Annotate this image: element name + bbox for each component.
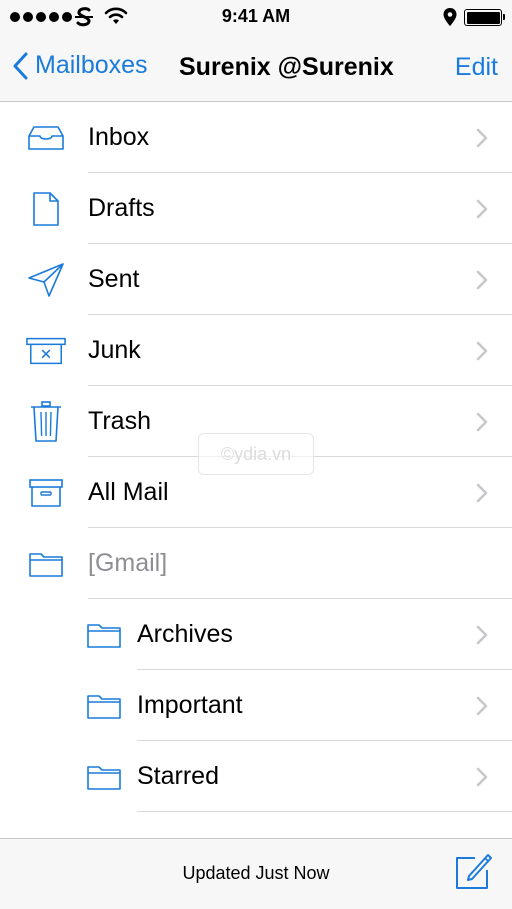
compose-icon [456,854,492,889]
status-bar: 9:41 AM [0,0,512,34]
chevron-right-icon [476,128,488,148]
mailbox-label: All Mail [88,478,169,506]
document-icon [26,173,66,244]
navigation-bar: Mailboxes Surenix @Surenix Edit [0,34,512,102]
mailbox-label: Important [137,691,243,719]
edit-button[interactable]: Edit [455,53,498,82]
junk-bin-icon [26,315,66,386]
mailbox-row-sent[interactable]: Sent [0,244,512,315]
mailbox-label: Archives [137,620,233,648]
trash-icon [26,386,66,457]
mailbox-row-inbox[interactable]: Inbox [0,102,512,173]
update-status: Updated Just Now [182,863,330,883]
folder-icon [84,599,124,670]
row-separator [137,811,512,812]
chevron-right-icon [476,696,488,716]
chevron-right-icon [476,341,488,361]
mailbox-label: Drafts [88,194,155,222]
mailbox-label: Sent [88,265,140,293]
chevron-right-icon [476,483,488,503]
bottom-toolbar: Updated Just Now [0,838,512,909]
back-button[interactable]: Mailboxes [12,51,148,80]
watermark: ©ydia.vn [198,433,314,475]
mailbox-row-junk[interactable]: Junk [0,315,512,386]
back-button-label: Mailboxes [35,51,148,79]
mailbox-row-important[interactable]: Important [0,670,512,741]
chevron-right-icon [476,199,488,219]
chevron-left-icon [13,52,28,79]
mailbox-row-drafts[interactable]: Drafts [0,173,512,244]
mailbox-row-starred[interactable]: Starred [0,741,512,812]
archive-box-icon [26,457,66,528]
inbox-icon [26,102,66,173]
compose-button[interactable] [453,852,493,892]
folder-icon [84,741,124,812]
paper-plane-icon [26,244,66,315]
page-title: Surenix @Surenix [179,53,394,81]
folder-icon [84,670,124,741]
mailbox-label: Starred [137,762,219,790]
chevron-right-icon [476,412,488,432]
battery-icon [464,9,505,26]
folder-icon [26,528,66,599]
status-time: 9:41 AM [221,6,291,26]
mailbox-label: Trash [88,407,151,435]
location-icon [443,8,457,26]
chevron-right-icon [476,270,488,290]
mailbox-row-archives[interactable]: Archives [0,599,512,670]
mailbox-row-gmail-group: [Gmail] [0,528,512,599]
chevron-right-icon [476,767,488,787]
chevron-right-icon [476,625,488,645]
mailbox-label: [Gmail] [88,549,168,577]
mailbox-label: Inbox [88,123,150,151]
mailbox-label: Junk [88,336,141,364]
